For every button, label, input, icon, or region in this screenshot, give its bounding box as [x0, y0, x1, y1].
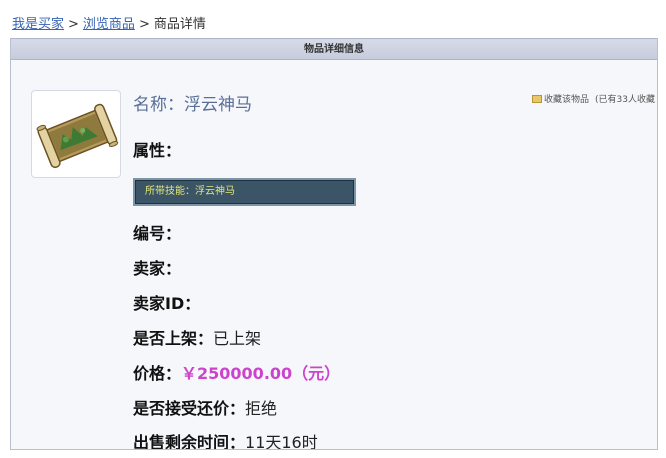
item-detail-panel: 物品详细信息 名称：浮云神马 收藏该物品 (已有33人收藏 属性： 所带技能：浮云…: [10, 38, 658, 450]
breadcrumb-separator: >: [138, 17, 150, 32]
seller-id-row: 卖家ID：: [133, 293, 200, 315]
seller-id-label: 卖家ID：: [133, 294, 201, 313]
favorite-count: (已有33人收藏: [595, 95, 655, 105]
seller-label: 卖家：: [133, 259, 182, 278]
time-left-value: 11天16时: [245, 433, 318, 450]
breadcrumb-separator: >: [68, 17, 79, 32]
listed-value: 已上架: [213, 329, 262, 348]
breadcrumb-current: 商品详情: [153, 17, 206, 32]
item-name-row: 名称：浮云神马: [133, 94, 252, 116]
item-id-label: 编号：: [133, 224, 182, 243]
time-left-row: 出售剩余时间：11天16时: [133, 432, 318, 450]
item-name-label: 名称：: [133, 95, 184, 115]
price-value: ￥250000.00（元）: [181, 364, 341, 383]
seller-row: 卖家：: [133, 258, 181, 280]
counter-offer-row: 是否接受还价：拒绝: [133, 398, 277, 420]
favorite-link-text: 收藏该物品: [544, 95, 590, 105]
item-name-value: 浮云神马: [184, 95, 252, 115]
favorite-area: 收藏该物品 (已有33人收藏: [532, 94, 655, 106]
breadcrumb-link-buyer[interactable]: 我是买家: [12, 17, 64, 32]
favorite-link[interactable]: 收藏该物品: [532, 95, 589, 105]
breadcrumb-link-browse[interactable]: 浏览商品: [83, 17, 135, 32]
attribute-label: 属性：: [133, 141, 182, 160]
listed-row: 是否上架：已上架: [133, 328, 261, 350]
price-label: 价格：: [133, 364, 182, 383]
scroll-item-icon: [36, 103, 119, 169]
skill-box: 所带技能：浮云神马: [133, 178, 356, 206]
item-thumbnail: [31, 90, 121, 178]
price-row: 价格：￥250000.00（元）: [133, 363, 340, 385]
time-left-label: 出售剩余时间：: [133, 433, 246, 450]
item-id-row: 编号：: [133, 223, 181, 245]
counter-offer-label: 是否接受还价：: [133, 399, 246, 418]
listed-label: 是否上架：: [133, 329, 214, 348]
panel-title: 物品详细信息: [11, 38, 657, 60]
counter-offer-value: 拒绝: [245, 399, 278, 418]
folder-icon: [532, 95, 543, 103]
attribute-row: 属性：: [133, 140, 181, 162]
breadcrumb: 我是买家 > 浏览商品 > 商品详情: [12, 15, 206, 35]
